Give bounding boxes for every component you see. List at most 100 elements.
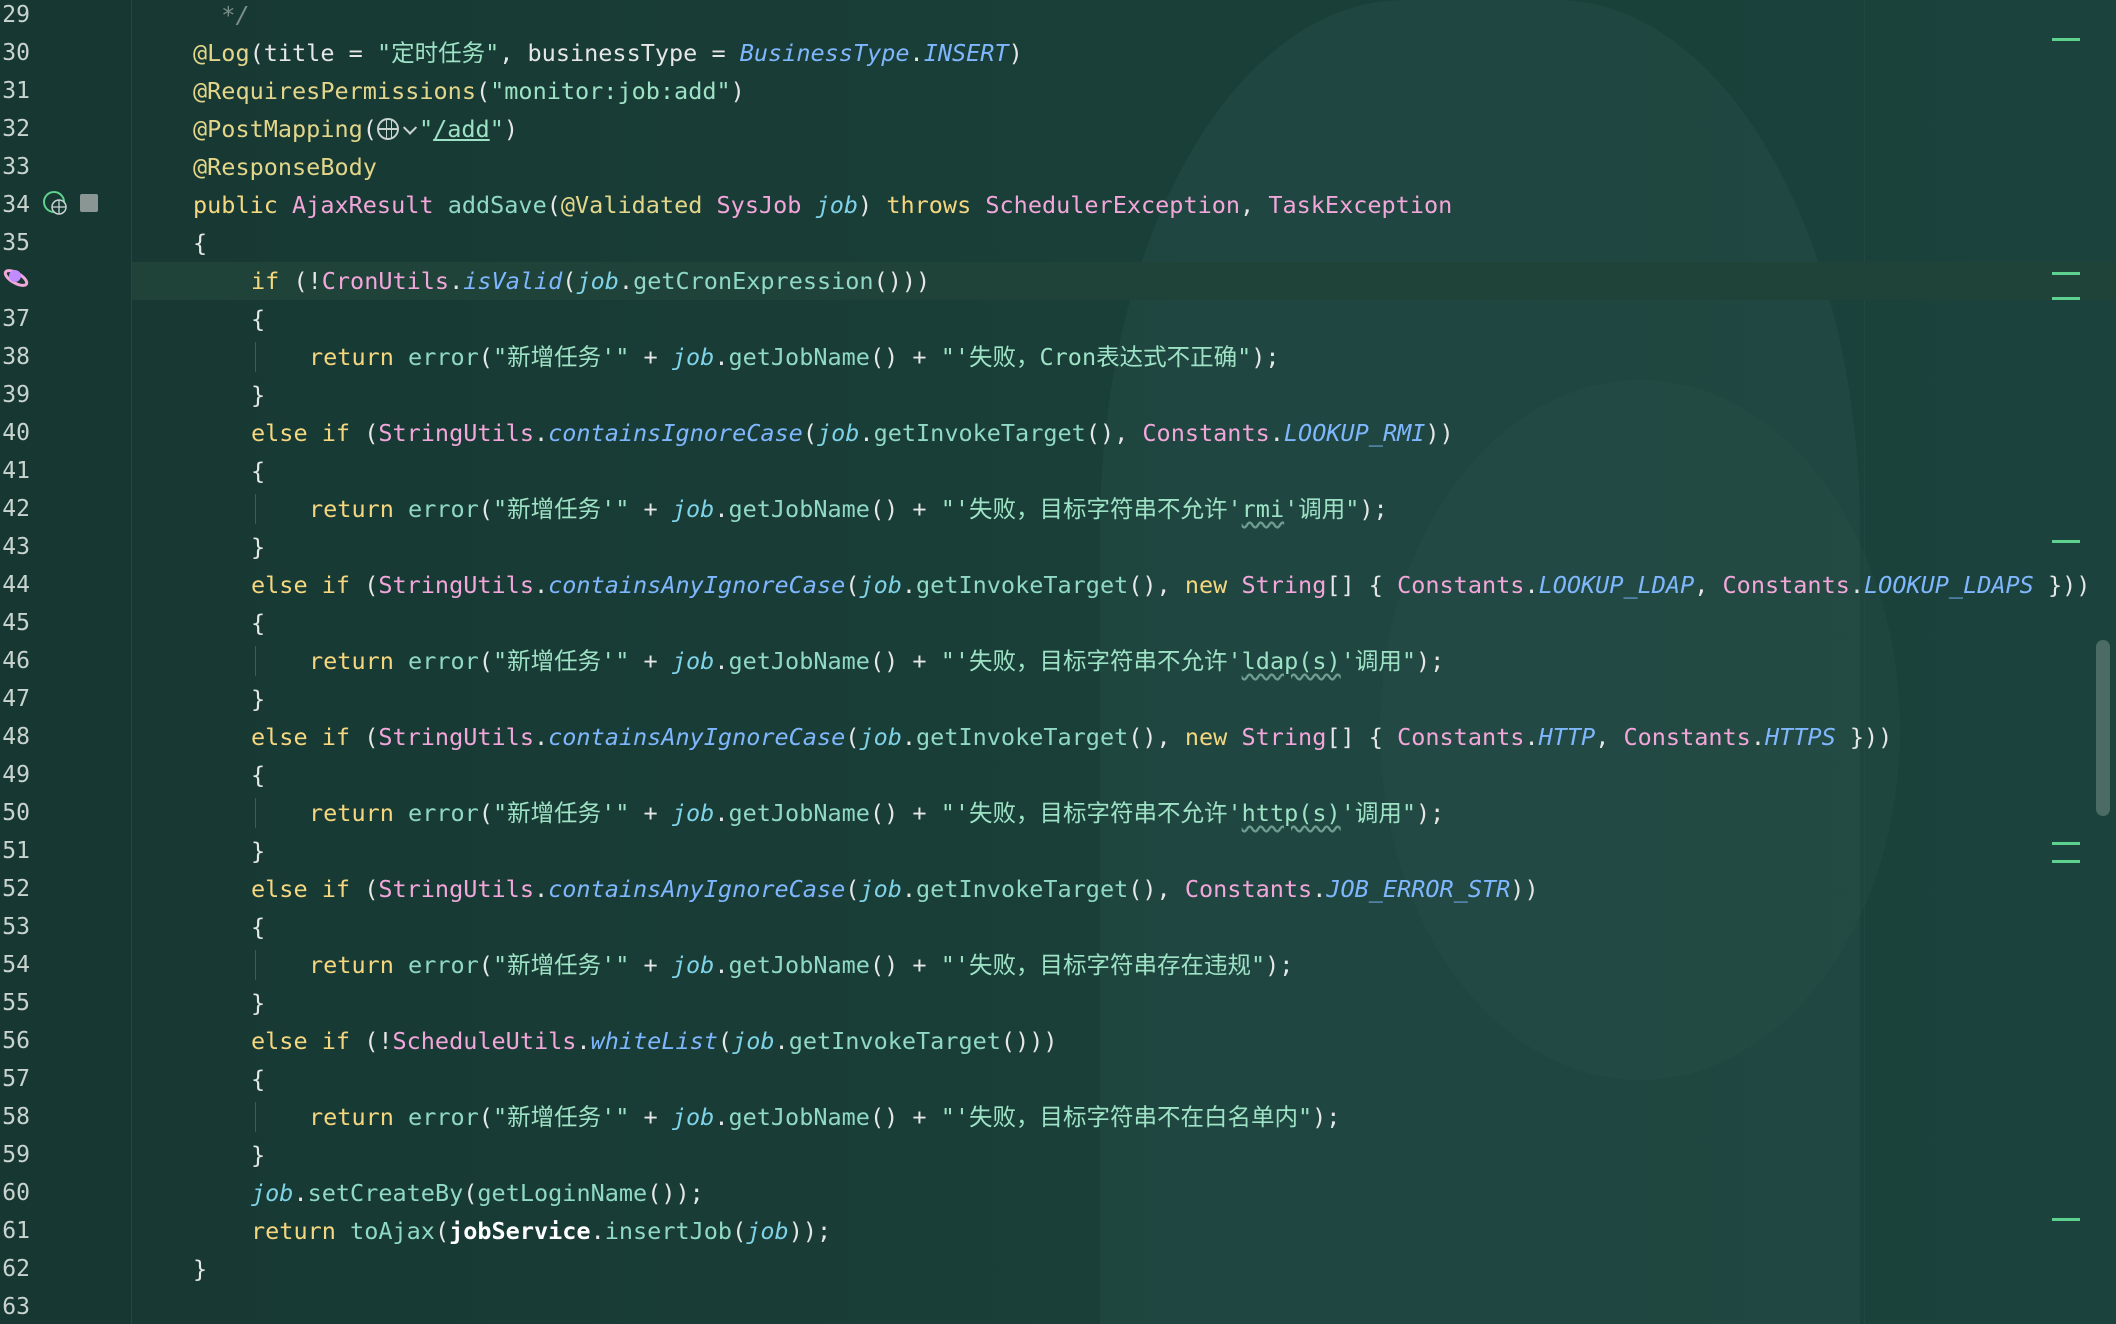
- change-marker[interactable]: [2052, 297, 2080, 300]
- code-line[interactable]: }: [251, 984, 265, 1022]
- line-number: 60: [2, 1180, 30, 1206]
- code-line[interactable]: {: [251, 604, 265, 642]
- code-line[interactable]: else if (StringUtils.containsAnyIgnoreCa…: [251, 718, 1892, 756]
- code-line[interactable]: return error("新增任务'" + job.getJobName() …: [309, 946, 1293, 984]
- code-token: (: [546, 191, 561, 219]
- code-token: () +: [869, 647, 941, 675]
- code-line[interactable]: {: [251, 452, 265, 490]
- code-line[interactable]: @PostMapping("/add"): [193, 110, 518, 148]
- code-line[interactable]: public AjaxResult addSave(@Validated Sys…: [193, 186, 1452, 224]
- code-line[interactable]: return error("新增任务'" + job.getJobName() …: [309, 338, 1280, 376]
- code-token: getJobName: [728, 495, 870, 523]
- code-token: "'失败，目标字符串不允许': [940, 799, 1242, 827]
- code-line[interactable]: }: [251, 376, 265, 414]
- line-number: 46: [2, 648, 30, 674]
- code-line[interactable]: return error("新增任务'" + job.getJobName() …: [309, 794, 1444, 832]
- code-token: else if: [251, 571, 365, 599]
- change-marker[interactable]: [2052, 842, 2080, 845]
- code-line[interactable]: @ResponseBody: [193, 148, 377, 186]
- code-line[interactable]: */: [193, 0, 249, 34]
- line-number: 40: [2, 420, 30, 446]
- code-line[interactable]: {: [251, 300, 265, 338]
- code-token: "新增任务'": [492, 1103, 630, 1131]
- code-token: }: [251, 533, 266, 561]
- code-token: return: [309, 951, 409, 979]
- code-token: (: [364, 723, 379, 751]
- change-marker[interactable]: [2052, 540, 2080, 543]
- line-number: 39: [2, 382, 30, 408]
- code-line[interactable]: }: [251, 528, 265, 566]
- indent-guide: [255, 1102, 256, 1132]
- code-line[interactable]: {: [251, 1060, 265, 1098]
- code-editor[interactable]: 29 30 31 32 33 34 35 37 38 39 40 41 42 43 44 45 46 47 48 49…: [0, 0, 2116, 1324]
- code-token: "新增任务'": [492, 647, 630, 675]
- bean-icon[interactable]: [80, 194, 98, 212]
- code-token: getInvokeTarget: [788, 1027, 1001, 1055]
- line-number: 29: [2, 2, 30, 28]
- code-token: (: [845, 571, 860, 599]
- code-token: +: [629, 799, 672, 827]
- line-number: 50: [2, 800, 30, 826]
- code-token: .: [449, 267, 464, 295]
- code-line[interactable]: @Log(title = "定时任务", businessType = Busi…: [193, 34, 1023, 72]
- code-line[interactable]: }: [251, 832, 265, 870]
- line-number: 35: [2, 230, 30, 256]
- code-token: ,: [1240, 191, 1269, 219]
- code-line[interactable]: job.setCreateBy(getLoginName());: [251, 1174, 704, 1212]
- code-token: @ResponseBody: [193, 153, 377, 181]
- code-line[interactable]: }: [251, 1136, 265, 1174]
- code-token: (: [362, 115, 377, 143]
- code-line[interactable]: {: [193, 224, 207, 262]
- code-token: setCreateBy: [307, 1179, 464, 1207]
- code-line[interactable]: }: [193, 1250, 207, 1288]
- code-line[interactable]: return toAjax(jobService.insertJob(job))…: [251, 1212, 831, 1250]
- code-line[interactable]: }: [251, 680, 265, 718]
- change-marker[interactable]: [2052, 272, 2080, 275]
- code-token: () +: [869, 1103, 941, 1131]
- code-token: job: [576, 267, 619, 295]
- code-token: (: [478, 495, 493, 523]
- code-token: containsIgnoreCase: [548, 419, 803, 447]
- code-line[interactable]: return error("新增任务'" + job.getJobName() …: [309, 642, 1444, 680]
- change-marker[interactable]: [2052, 860, 2080, 863]
- code-token: .: [714, 343, 729, 371]
- line-number: 47: [2, 686, 30, 712]
- code-token: '调用": [1340, 799, 1416, 827]
- code-token: (: [463, 1179, 478, 1207]
- code-line[interactable]: {: [251, 756, 265, 794]
- code-line[interactable]: if (!CronUtils.isValid(job.getCronExpres…: [251, 262, 930, 300]
- code-line[interactable]: else if (!ScheduleUtils.whiteList(job.ge…: [251, 1022, 1058, 1060]
- web-endpoint-icon[interactable]: [42, 190, 68, 216]
- code-line[interactable]: {: [251, 908, 265, 946]
- line-number: 32: [2, 116, 30, 142]
- code-token: ): [503, 115, 518, 143]
- code-token: job: [671, 495, 715, 523]
- line-number: 54: [2, 952, 30, 978]
- web-endpoint-icon[interactable]: [376, 115, 419, 143]
- code-line[interactable]: else if (StringUtils.containsAnyIgnoreCa…: [251, 870, 1539, 908]
- code-token: +: [629, 951, 672, 979]
- code-token: (: [562, 267, 577, 295]
- indent-guide: [255, 494, 256, 524]
- code-token: addSave: [447, 191, 547, 219]
- code-token: Constants: [1397, 571, 1525, 599]
- code-token: .: [1269, 419, 1284, 447]
- code-token: }: [251, 685, 266, 713]
- code-token: HTTP: [1538, 723, 1596, 751]
- code-token: +: [629, 647, 672, 675]
- vertical-scrollbar[interactable]: [2096, 640, 2110, 816]
- code-token: job: [251, 1179, 294, 1207]
- code-line[interactable]: else if (StringUtils.containsAnyIgnoreCa…: [251, 566, 2090, 604]
- code-token: job: [859, 723, 902, 751]
- code-line[interactable]: else if (StringUtils.containsIgnoreCase(…: [251, 414, 1454, 452]
- code-token: ): [1008, 39, 1023, 67]
- code-line[interactable]: return error("新增任务'" + job.getJobName() …: [309, 1098, 1340, 1136]
- code-token: "'失败，目标字符串不允许': [940, 647, 1242, 675]
- code-token: (: [802, 419, 817, 447]
- change-marker[interactable]: [2052, 38, 2080, 41]
- plugin-icon[interactable]: [2, 264, 30, 292]
- line-number: 31: [2, 78, 30, 104]
- change-marker[interactable]: [2052, 1218, 2080, 1221]
- code-line[interactable]: @RequiresPermissions("monitor:job:add"): [193, 72, 745, 110]
- code-line[interactable]: return error("新增任务'" + job.getJobName() …: [309, 490, 1388, 528]
